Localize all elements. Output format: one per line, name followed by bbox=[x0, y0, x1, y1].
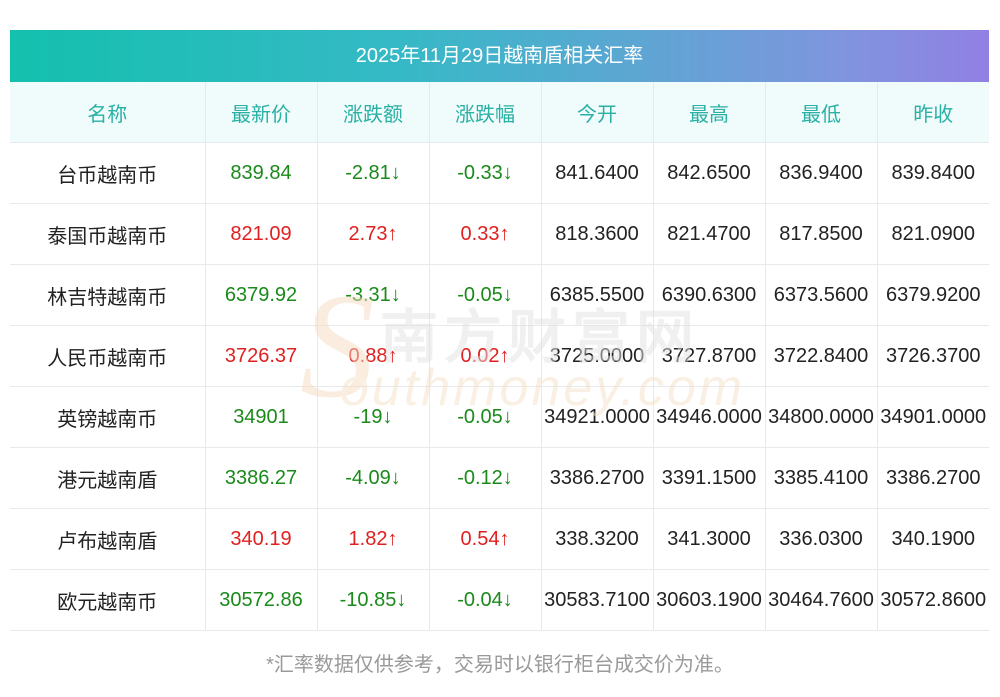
cell-prev-close: 340.1900 bbox=[877, 508, 989, 570]
cell-change: -4.09↓ bbox=[317, 447, 430, 509]
cell-open: 3725.0000 bbox=[541, 325, 654, 387]
cell-high: 842.6500 bbox=[653, 142, 766, 204]
table-row: 英镑越南币 34901 -19↓ -0.05↓ 34921.0000 34946.0000… bbox=[10, 386, 989, 448]
cell-change-pct: 0.54↑ bbox=[429, 508, 542, 570]
cell-last-price: 839.84 bbox=[205, 142, 318, 204]
table-row: 台币越南币 839.84 -2.81↓ -0.33↓ 841.6400 842.6500 8… bbox=[10, 142, 989, 204]
table-row: 人民币越南币 3726.37 0.88↑ 0.02↑ 3725.0000 3727.870… bbox=[10, 325, 989, 387]
cell-open: 3386.2700 bbox=[541, 447, 654, 509]
header-last-price: 最新价 bbox=[205, 82, 318, 143]
cell-change-pct: -0.12↓ bbox=[429, 447, 542, 509]
cell-change-pct: -0.33↓ bbox=[429, 142, 542, 204]
cell-change-pct: -0.05↓ bbox=[429, 264, 542, 326]
cell-open: 30583.7100 bbox=[541, 569, 654, 631]
exchange-rate-table: 名称 最新价 涨跌额 涨跌幅 今开 最高 最低 昨收 台币越南币 839.84 -2… bbox=[10, 82, 989, 631]
cell-high: 3391.1500 bbox=[653, 447, 766, 509]
cell-open: 818.3600 bbox=[541, 203, 654, 265]
cell-high: 341.3000 bbox=[653, 508, 766, 570]
cell-name: 台币越南币 bbox=[10, 142, 206, 204]
cell-name: 英镑越南币 bbox=[10, 386, 206, 448]
header-high: 最高 bbox=[653, 82, 766, 143]
cell-high: 3727.8700 bbox=[653, 325, 766, 387]
header-low: 最低 bbox=[765, 82, 878, 143]
cell-name: 欧元越南币 bbox=[10, 569, 206, 631]
cell-change: -19↓ bbox=[317, 386, 430, 448]
cell-prev-close: 3726.3700 bbox=[877, 325, 989, 387]
cell-prev-close: 821.0900 bbox=[877, 203, 989, 265]
cell-name: 林吉特越南币 bbox=[10, 264, 206, 326]
cell-low: 30464.7600 bbox=[765, 569, 878, 631]
cell-prev-close: 30572.8600 bbox=[877, 569, 989, 631]
header-name: 名称 bbox=[10, 82, 206, 143]
header-open: 今开 bbox=[541, 82, 654, 143]
cell-change: 2.73↑ bbox=[317, 203, 430, 265]
cell-change: 0.88↑ bbox=[317, 325, 430, 387]
cell-change-pct: -0.04↓ bbox=[429, 569, 542, 631]
cell-last-price: 30572.86 bbox=[205, 569, 318, 631]
rate-table-container: 2025年11月29日越南盾相关汇率 名称 最新价 涨跌额 涨跌幅 今开 最高 … bbox=[10, 30, 989, 631]
cell-prev-close: 6379.9200 bbox=[877, 264, 989, 326]
cell-low: 6373.5600 bbox=[765, 264, 878, 326]
cell-high: 30603.1900 bbox=[653, 569, 766, 631]
cell-open: 6385.5500 bbox=[541, 264, 654, 326]
cell-change-pct: 0.33↑ bbox=[429, 203, 542, 265]
header-change-pct: 涨跌幅 bbox=[429, 82, 542, 143]
cell-high: 821.4700 bbox=[653, 203, 766, 265]
cell-high: 34946.0000 bbox=[653, 386, 766, 448]
table-row: 林吉特越南币 6379.92 -3.31↓ -0.05↓ 6385.5500 6390.6… bbox=[10, 264, 989, 326]
cell-last-price: 340.19 bbox=[205, 508, 318, 570]
cell-name: 泰国币越南币 bbox=[10, 203, 206, 265]
cell-open: 841.6400 bbox=[541, 142, 654, 204]
cell-name: 卢布越南盾 bbox=[10, 508, 206, 570]
cell-last-price: 6379.92 bbox=[205, 264, 318, 326]
cell-last-price: 34901 bbox=[205, 386, 318, 448]
cell-high: 6390.6300 bbox=[653, 264, 766, 326]
cell-open: 338.3200 bbox=[541, 508, 654, 570]
table-title: 2025年11月29日越南盾相关汇率 bbox=[10, 30, 989, 82]
cell-low: 3385.4100 bbox=[765, 447, 878, 509]
cell-prev-close: 34901.0000 bbox=[877, 386, 989, 448]
cell-change-pct: 0.02↑ bbox=[429, 325, 542, 387]
cell-change-pct: -0.05↓ bbox=[429, 386, 542, 448]
cell-low: 34800.0000 bbox=[765, 386, 878, 448]
cell-name: 港元越南盾 bbox=[10, 447, 206, 509]
cell-name: 人民币越南币 bbox=[10, 325, 206, 387]
cell-change: 1.82↑ bbox=[317, 508, 430, 570]
cell-last-price: 821.09 bbox=[205, 203, 318, 265]
cell-change: -10.85↓ bbox=[317, 569, 430, 631]
cell-open: 34921.0000 bbox=[541, 386, 654, 448]
table-header-row: 名称 最新价 涨跌额 涨跌幅 今开 最高 最低 昨收 bbox=[10, 82, 989, 143]
cell-last-price: 3386.27 bbox=[205, 447, 318, 509]
cell-last-price: 3726.37 bbox=[205, 325, 318, 387]
cell-change: -3.31↓ bbox=[317, 264, 430, 326]
cell-prev-close: 839.8400 bbox=[877, 142, 989, 204]
cell-prev-close: 3386.2700 bbox=[877, 447, 989, 509]
footnote: *汇率数据仅供参考，交易时以银行柜台成交价为准。 bbox=[266, 654, 734, 676]
cell-low: 3722.8400 bbox=[765, 325, 878, 387]
header-change: 涨跌额 bbox=[317, 82, 430, 143]
cell-low: 336.0300 bbox=[765, 508, 878, 570]
table-row: 泰国币越南币 821.09 2.73↑ 0.33↑ 818.3600 821.4700 81… bbox=[10, 203, 989, 265]
table-row: 卢布越南盾 340.19 1.82↑ 0.54↑ 338.3200 341.3000 336… bbox=[10, 508, 989, 570]
header-prev-close: 昨收 bbox=[877, 82, 989, 143]
cell-low: 817.8500 bbox=[765, 203, 878, 265]
cell-low: 836.9400 bbox=[765, 142, 878, 204]
table-row: 港元越南盾 3386.27 -4.09↓ -0.12↓ 3386.2700 3391.15… bbox=[10, 447, 989, 509]
cell-change: -2.81↓ bbox=[317, 142, 430, 204]
table-row: 欧元越南币 30572.86 -10.85↓ -0.04↓ 30583.7100 3060… bbox=[10, 569, 989, 631]
